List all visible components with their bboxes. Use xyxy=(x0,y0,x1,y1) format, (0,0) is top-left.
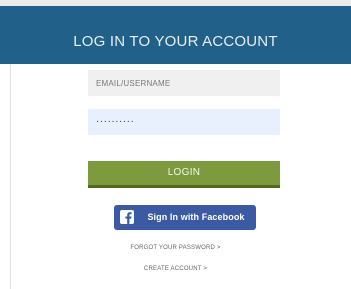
password-input[interactable]: ·········· xyxy=(88,109,280,135)
left-divider xyxy=(10,64,11,289)
password-value: ·········· xyxy=(96,116,135,127)
login-panel: LOG IN TO YOUR ACCOUNT ·········· LOGIN … xyxy=(0,0,351,289)
header-bar: LOG IN TO YOUR ACCOUNT xyxy=(0,0,351,64)
login-button[interactable]: LOGIN xyxy=(88,161,280,188)
create-account-link[interactable]: CREATE ACCOUNT > xyxy=(0,266,351,272)
facebook-f-icon xyxy=(120,210,134,224)
forgot-password-link[interactable]: FORGOT YOUR PASSWORD > xyxy=(0,245,351,251)
facebook-signin-label: Sign In with Facebook xyxy=(147,212,245,222)
facebook-signin-button[interactable]: Sign In with Facebook xyxy=(114,205,256,230)
email-username-input[interactable] xyxy=(88,70,280,96)
page-title: LOG IN TO YOUR ACCOUNT xyxy=(73,33,278,50)
